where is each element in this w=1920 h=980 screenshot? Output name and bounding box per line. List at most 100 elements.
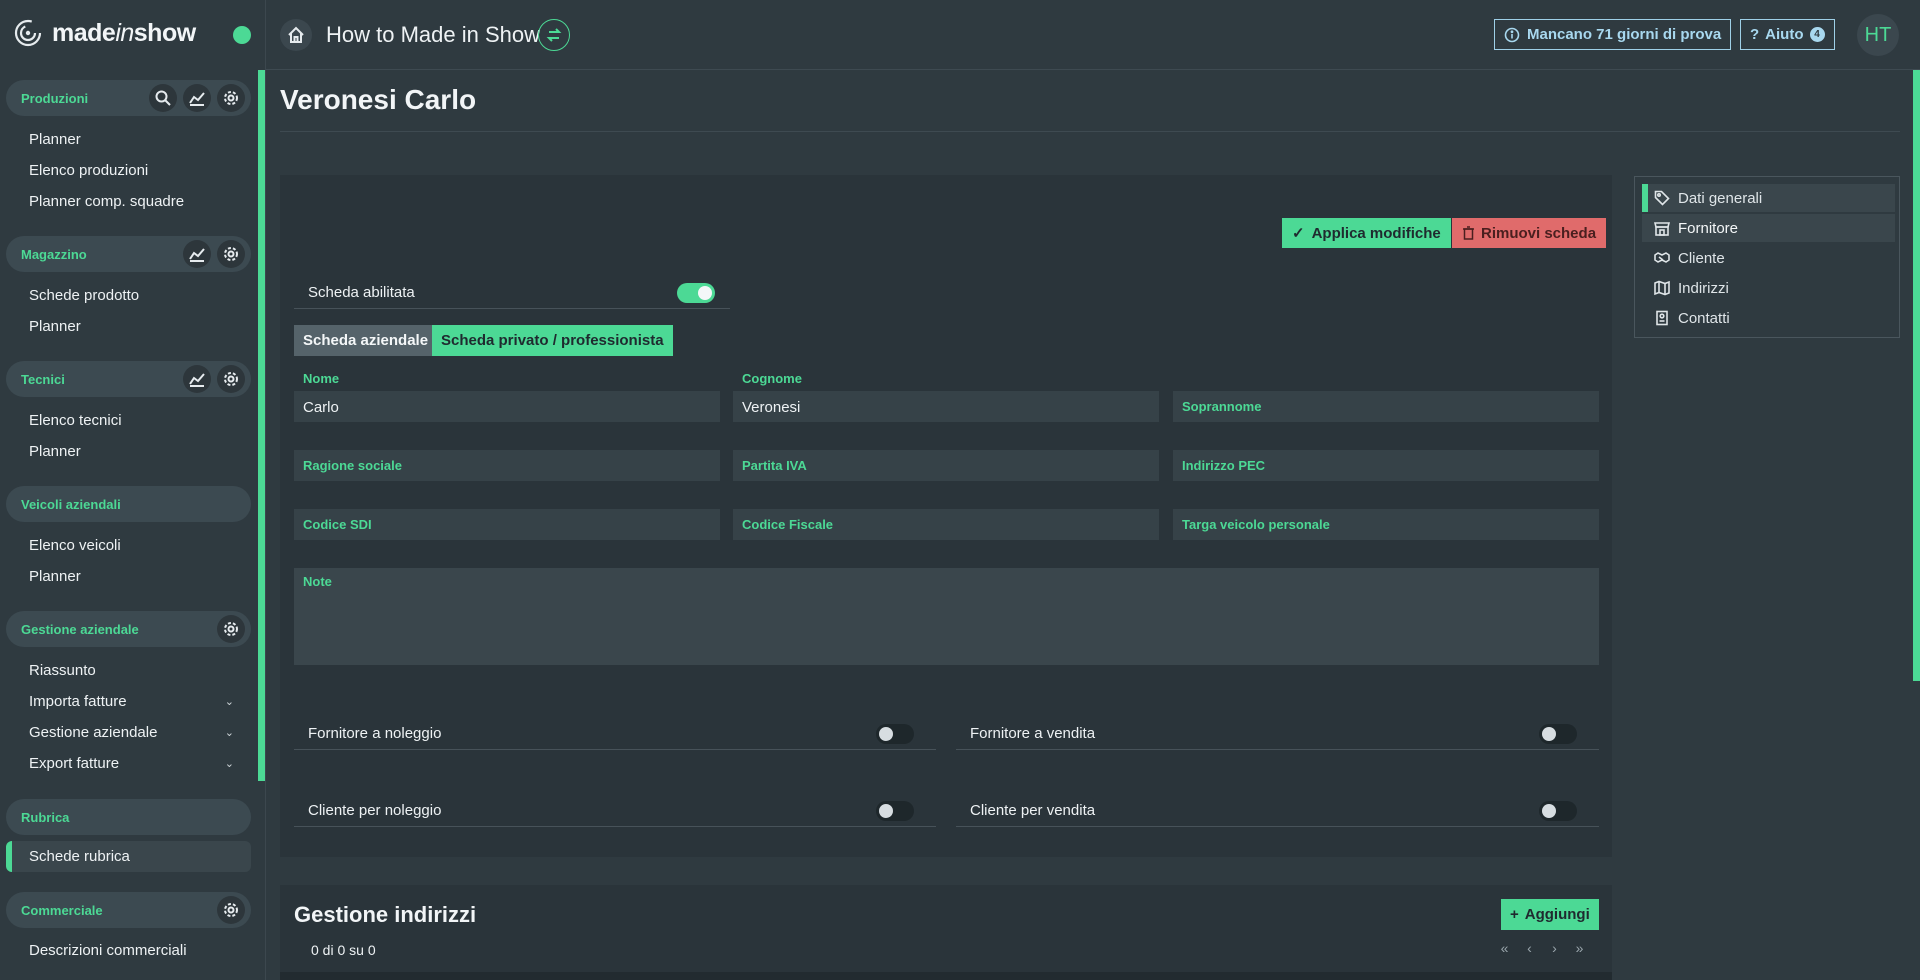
gear-icon[interactable] bbox=[217, 896, 245, 924]
contact-card-icon bbox=[1656, 310, 1668, 326]
tab-label: Fornitore bbox=[1678, 219, 1739, 237]
remove-button[interactable]: Rimuovi scheda bbox=[1452, 218, 1607, 248]
nav-item-schede-rubrica[interactable]: Schede rubrica bbox=[29, 848, 234, 865]
pagination-count: 0 di 0 su 0 bbox=[311, 942, 376, 958]
avatar[interactable]: HT bbox=[1857, 14, 1899, 56]
toggle-row: Fornitore a vendita bbox=[956, 718, 1599, 750]
section-veicoli-aziendali[interactable]: Veicoli aziendali bbox=[6, 486, 251, 522]
toggle-label: Cliente per vendita bbox=[970, 802, 1096, 819]
cliente-vendita-toggle[interactable] bbox=[1539, 801, 1577, 821]
gear-icon[interactable] bbox=[217, 365, 245, 393]
soprannome-field[interactable]: Soprannome bbox=[1173, 391, 1599, 422]
help-label: Aiuto bbox=[1765, 26, 1804, 43]
tab-label: Indirizzi bbox=[1678, 279, 1729, 297]
sdi-field[interactable]: Codice SDI bbox=[294, 509, 720, 540]
nav-item-elenco-veicoli[interactable]: Elenco veicoli bbox=[29, 537, 234, 554]
nav-item-elenco-tecnici[interactable]: Elenco tecnici bbox=[29, 412, 234, 429]
gear-icon[interactable] bbox=[217, 615, 245, 643]
gear-icon[interactable] bbox=[217, 240, 245, 268]
check-icon: ✓ bbox=[1292, 225, 1305, 242]
section-produzioni[interactable]: Produzioni bbox=[6, 80, 251, 116]
section-tecnici[interactable]: Tecnici bbox=[6, 361, 251, 397]
topbar: How to Made in Show Mancano 71 giorni di… bbox=[266, 0, 1920, 70]
nav-item-importa-fatture[interactable]: Importa fatture ⌄ bbox=[29, 693, 234, 710]
addresses-panel bbox=[280, 885, 1612, 980]
tag-icon bbox=[1654, 190, 1670, 206]
ragione-sociale-field[interactable]: Ragione sociale bbox=[294, 450, 720, 481]
page-title: Veronesi Carlo bbox=[280, 84, 477, 115]
prev-page-icon[interactable]: ‹ bbox=[1523, 940, 1536, 956]
cliente-noleggio-toggle[interactable] bbox=[876, 801, 914, 821]
section-label: Gestione aziendale bbox=[21, 621, 139, 637]
nome-label: Nome bbox=[303, 371, 340, 386]
partita-iva-field[interactable]: Partita IVA bbox=[733, 450, 1159, 481]
toggle-label: Fornitore a noleggio bbox=[308, 725, 442, 742]
section-gestione-aziendale[interactable]: Gestione aziendale bbox=[6, 611, 251, 647]
chevron-down-icon: ⌄ bbox=[224, 758, 234, 770]
nav-item-elenco-produzioni[interactable]: Elenco produzioni bbox=[29, 162, 234, 179]
toggle-label: Cliente per noleggio bbox=[308, 802, 442, 819]
search-icon[interactable] bbox=[149, 84, 177, 112]
nav-item-export-fatture[interactable]: Export fatture ⌄ bbox=[29, 755, 234, 772]
enabled-label: Scheda abilitata bbox=[308, 284, 415, 301]
section-rubrica[interactable]: Rubrica bbox=[6, 799, 251, 835]
status-indicator bbox=[233, 26, 251, 44]
section-magazzino[interactable]: Magazzino bbox=[6, 236, 251, 272]
tab-contatti[interactable]: Contatti bbox=[1642, 304, 1895, 332]
nav-item-planner[interactable]: Planner bbox=[29, 318, 234, 335]
nav-item-riassunto[interactable]: Riassunto bbox=[29, 662, 234, 679]
nav-item-label: Gestione aziendale bbox=[29, 724, 158, 741]
gear-icon[interactable] bbox=[217, 84, 245, 112]
next-page-icon[interactable]: › bbox=[1548, 940, 1561, 956]
page-scrollbar[interactable] bbox=[1913, 70, 1920, 681]
codice-fiscale-field[interactable]: Codice Fiscale bbox=[733, 509, 1159, 540]
tab-scheda-privato[interactable]: Scheda privato / professionista bbox=[432, 325, 673, 356]
first-page-icon[interactable]: « bbox=[1498, 940, 1511, 956]
add-address-button[interactable]: + Aggiungi bbox=[1501, 899, 1599, 930]
apply-button[interactable]: ✓ Applica modifiche bbox=[1282, 218, 1451, 248]
fornitore-vendita-toggle[interactable] bbox=[1539, 724, 1577, 744]
chart-icon[interactable] bbox=[183, 240, 211, 268]
chart-icon[interactable] bbox=[183, 84, 211, 112]
nav-item-planner-comp-squadre[interactable]: Planner comp. squadre bbox=[29, 193, 234, 210]
tab-cliente[interactable]: Cliente bbox=[1642, 244, 1895, 272]
tab-dati-generali[interactable]: Dati generali bbox=[1642, 184, 1895, 212]
help-button[interactable]: ? Aiuto 4 bbox=[1740, 19, 1835, 50]
tab-fornitore[interactable]: Fornitore bbox=[1642, 214, 1895, 242]
home-icon[interactable] bbox=[280, 19, 312, 51]
switch-icon[interactable] bbox=[538, 19, 570, 51]
toggle-row: Cliente per noleggio bbox=[294, 795, 936, 827]
logo[interactable]: madeinshow bbox=[14, 18, 196, 48]
last-page-icon[interactable]: » bbox=[1573, 940, 1586, 956]
tab-scheda-aziendale[interactable]: Scheda aziendale bbox=[294, 325, 438, 356]
note-textarea[interactable]: Note bbox=[294, 568, 1599, 665]
nav-item-planner[interactable]: Planner bbox=[29, 568, 234, 585]
tab-indirizzi[interactable]: Indirizzi bbox=[1642, 274, 1895, 302]
section-label: Tecnici bbox=[21, 371, 65, 387]
nav-item-planner[interactable]: Planner bbox=[29, 131, 234, 148]
pec-field[interactable]: Indirizzo PEC bbox=[1173, 450, 1599, 481]
chart-icon[interactable] bbox=[183, 365, 211, 393]
app-title: How to Made in Show bbox=[326, 22, 540, 47]
nav-item-schede-prodotto[interactable]: Schede prodotto bbox=[29, 287, 234, 304]
cognome-field[interactable]: Veronesi bbox=[733, 391, 1159, 422]
nav-item-label: Export fatture bbox=[29, 755, 120, 772]
toggle-row: Cliente per vendita bbox=[956, 795, 1599, 827]
enabled-toggle[interactable] bbox=[677, 283, 715, 303]
nav-item-planner[interactable]: Planner bbox=[29, 443, 234, 460]
sidebar: madeinshow Produzioni Planner Elenco pro… bbox=[0, 0, 266, 980]
trial-badge[interactable]: Mancano 71 giorni di prova bbox=[1494, 19, 1732, 50]
section-label: Magazzino bbox=[21, 246, 87, 262]
section-commerciale[interactable]: Commerciale bbox=[6, 892, 251, 928]
section-label: Rubrica bbox=[21, 809, 70, 825]
trial-label: Mancano 71 giorni di prova bbox=[1527, 26, 1722, 43]
nav-item-descrizioni-commerciali[interactable]: Descrizioni commerciali bbox=[29, 942, 234, 959]
nav-item-gestione-aziendale[interactable]: Gestione aziendale ⌄ bbox=[29, 724, 234, 741]
sidebar-scrollbar[interactable] bbox=[258, 70, 265, 781]
enabled-row: Scheda abilitata bbox=[294, 277, 730, 309]
handshake-icon bbox=[1654, 252, 1670, 263]
fornitore-noleggio-toggle[interactable] bbox=[876, 724, 914, 744]
addresses-title: Gestione indirizzi bbox=[294, 902, 477, 927]
nome-field[interactable]: Carlo bbox=[294, 391, 720, 422]
targa-field[interactable]: Targa veicolo personale bbox=[1173, 509, 1599, 540]
